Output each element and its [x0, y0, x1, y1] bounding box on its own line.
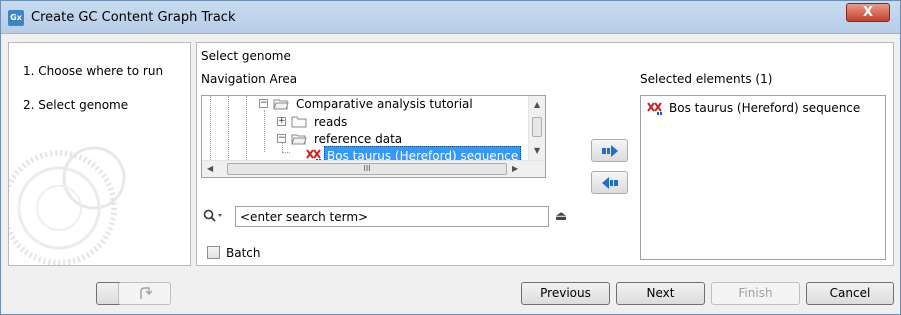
close-button[interactable]: X: [846, 3, 890, 22]
scroll-up-icon[interactable]: ▲: [534, 100, 540, 109]
selected-elements-title: Selected elements (1): [640, 72, 773, 86]
window-title: Create GC Content Graph Track: [31, 10, 236, 25]
step-choose-where-to-run[interactable]: 1. Choose where to run: [23, 64, 163, 78]
arrow-right-icon: [602, 145, 618, 157]
scroll-thumb[interactable]: [532, 117, 542, 137]
next-button[interactable]: Next: [616, 282, 705, 305]
navigation-area-label: Navigation Area: [201, 72, 298, 86]
scroll-down-icon[interactable]: ▼: [534, 146, 540, 155]
eject-icon[interactable]: ⏏: [555, 209, 567, 224]
folder-open-icon: [273, 99, 289, 110]
arrow-left-icon: [602, 177, 618, 189]
main-content: Select genome Navigation Area − Comparat…: [196, 42, 894, 266]
tree-horizontal-scrollbar[interactable]: ◀ III ▶: [202, 160, 545, 177]
finish-button[interactable]: Finish: [711, 282, 800, 305]
steps-panel: 1. Choose where to run 2. Select genome: [8, 42, 191, 266]
folder-open-icon: [291, 134, 307, 145]
scroll-right-icon[interactable]: ▶: [512, 164, 518, 173]
step-select-genome[interactable]: 2. Select genome: [23, 98, 128, 112]
section-title: Select genome: [201, 49, 291, 63]
batch-checkbox[interactable]: [207, 246, 220, 259]
add-selected-button[interactable]: [591, 139, 628, 162]
folder-icon: [291, 116, 307, 128]
tree-vertical-scrollbar[interactable]: ▲ ▼: [528, 96, 545, 160]
collapse-icon[interactable]: −: [259, 99, 268, 108]
sequence-icon: [647, 102, 662, 115]
tree-item-label: Comparative analysis tutorial: [296, 97, 473, 111]
expand-icon[interactable]: +: [277, 117, 286, 126]
remove-selected-button[interactable]: [591, 171, 628, 194]
selected-elements-list[interactable]: Bos taurus (Hereford) sequence: [640, 95, 886, 260]
decorative-watermark-icon: [9, 146, 126, 265]
title-bar[interactable]: Gx Create GC Content Graph Track X: [1, 1, 900, 34]
cancel-button[interactable]: Cancel: [806, 282, 894, 305]
dialog-window: Gx Create GC Content Graph Track X 1. Ch…: [0, 0, 901, 315]
collapse-icon[interactable]: −: [277, 134, 286, 143]
navigation-tree[interactable]: − Comparative analysis tutorial + reads …: [201, 95, 546, 178]
scroll-left-icon[interactable]: ◀: [207, 164, 213, 173]
list-item-label: Bos taurus (Hereford) sequence: [669, 101, 861, 115]
search-icon[interactable]: [203, 209, 225, 223]
search-input[interactable]: [235, 206, 549, 227]
reset-icon: [140, 287, 152, 299]
previous-button[interactable]: Previous: [521, 282, 610, 305]
scroll-thumb[interactable]: III: [227, 163, 507, 175]
batch-label: Batch: [226, 246, 261, 260]
reset-button[interactable]: [118, 282, 171, 305]
tree-item-label: reads: [314, 115, 348, 129]
app-icon: Gx: [8, 10, 24, 26]
